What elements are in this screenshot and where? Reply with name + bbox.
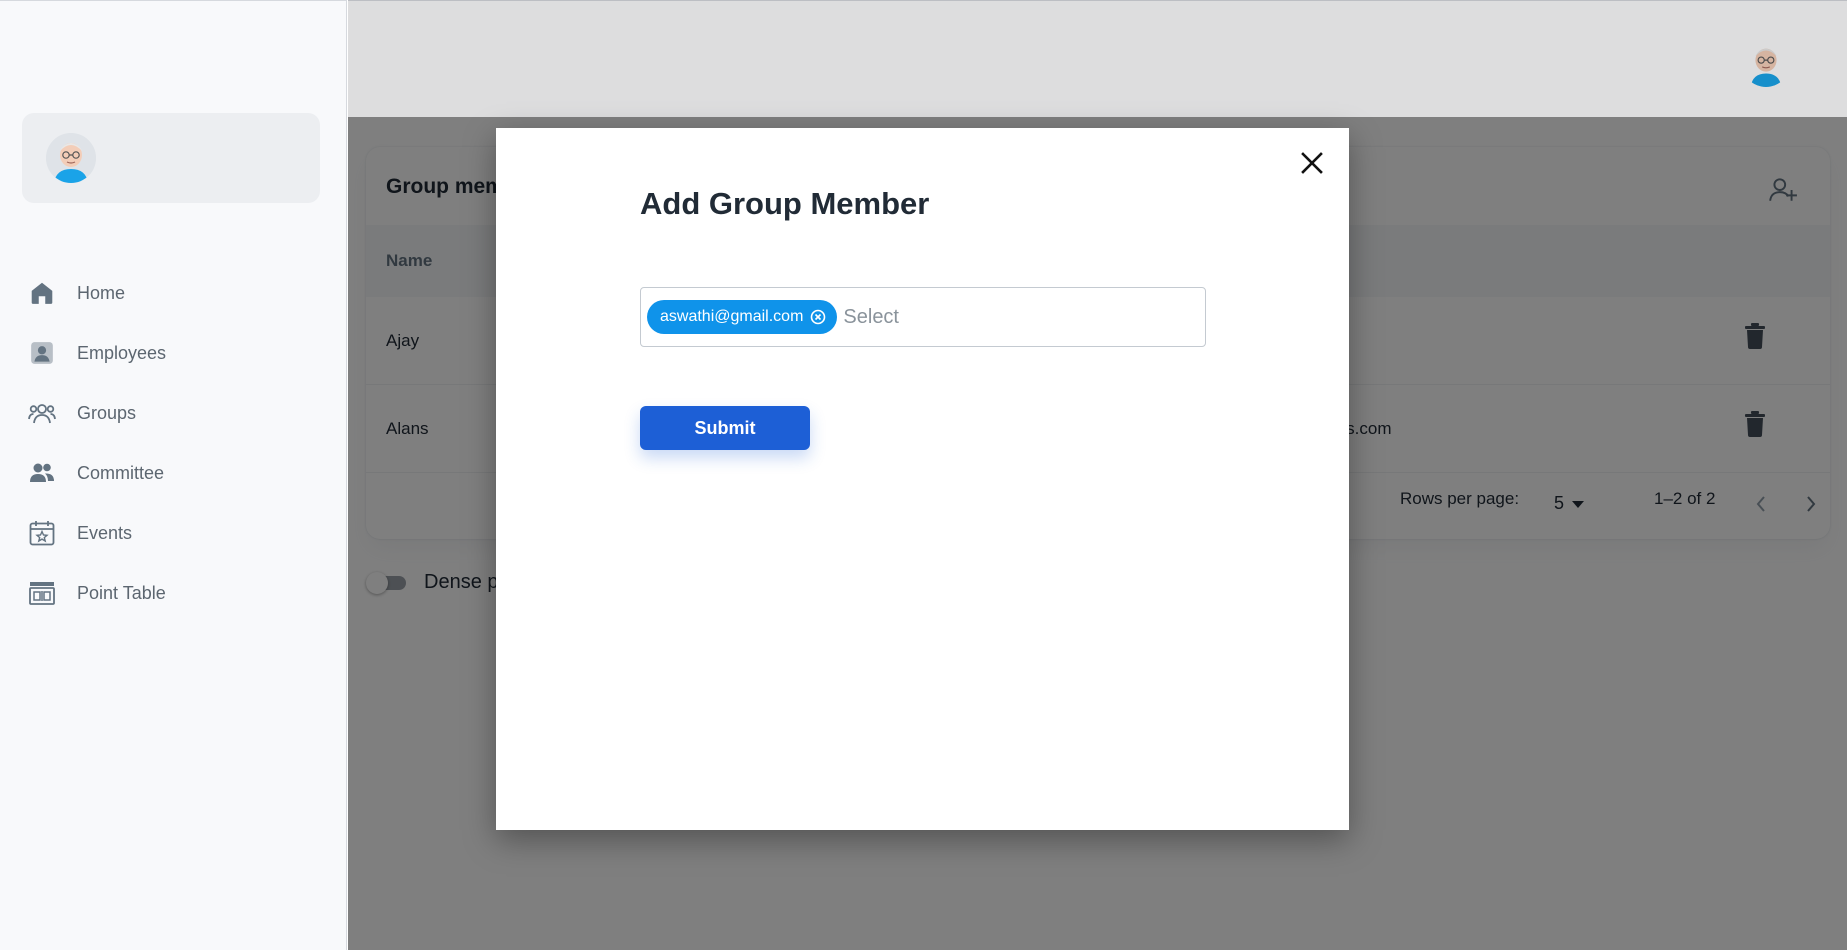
- sidebar-item-label: Committee: [77, 462, 165, 483]
- sidebar: Home Employees Groups Committee Events P…: [0, 0, 347, 950]
- add-group-member-dialog: Add Group Member aswathi@gmail.com Selec…: [496, 128, 1349, 830]
- member-select-input[interactable]: aswathi@gmail.com Select: [640, 287, 1206, 347]
- calendar-star-icon: [28, 519, 56, 547]
- sidebar-item-label: Point Table: [77, 582, 166, 603]
- chip-label: aswathi@gmail.com: [660, 308, 804, 325]
- groups-icon: [28, 399, 56, 427]
- user-avatar: [46, 133, 96, 183]
- topbar-dim-overlay: [348, 0, 1847, 117]
- sidebar-item-events[interactable]: Events: [0, 503, 347, 563]
- close-icon[interactable]: [1295, 146, 1329, 180]
- sidebar-item-employees[interactable]: Employees: [0, 323, 347, 383]
- submit-button[interactable]: Submit: [640, 406, 810, 450]
- sidebar-item-committee[interactable]: Committee: [0, 443, 347, 503]
- sidebar-item-point-table[interactable]: Point Table: [0, 563, 347, 623]
- selected-member-chip[interactable]: aswathi@gmail.com: [647, 300, 838, 334]
- select-placeholder: Select: [843, 305, 899, 328]
- employee-badge-icon: [28, 339, 56, 367]
- sidebar-nav: Home Employees Groups Committee Events P…: [0, 263, 347, 623]
- home-icon: [28, 279, 56, 307]
- sidebar-item-home[interactable]: Home: [0, 263, 347, 323]
- scoreboard-icon: [28, 579, 56, 607]
- account-card[interactable]: [22, 113, 320, 203]
- sidebar-item-label: Events: [77, 522, 133, 543]
- sidebar-item-label: Employees: [77, 342, 167, 363]
- committee-icon: [28, 459, 56, 487]
- sidebar-item-label: Home: [77, 282, 126, 303]
- sidebar-item-label: Groups: [77, 402, 137, 423]
- dialog-title: Add Group Member: [640, 186, 930, 221]
- sidebar-item-groups[interactable]: Groups: [0, 383, 347, 443]
- remove-chip-icon[interactable]: [809, 308, 827, 326]
